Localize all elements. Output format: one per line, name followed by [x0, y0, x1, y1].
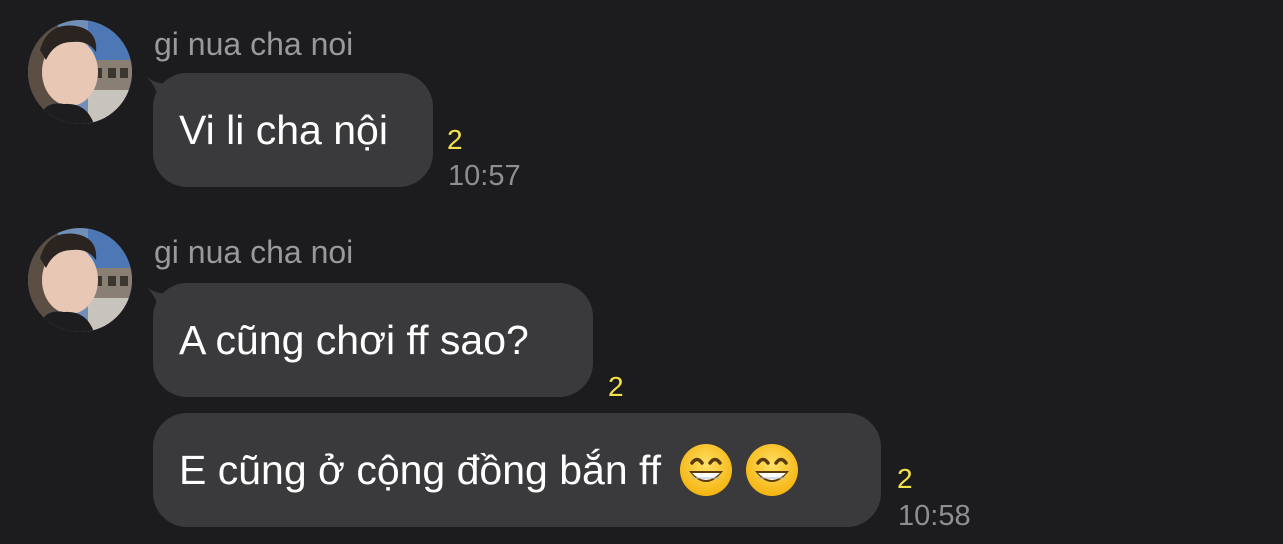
avatar-photo-icon [28, 20, 132, 124]
message-text: Vi li cha nội [179, 106, 388, 153]
chat-thread: gi nua cha noi Vi li cha nội 2 10:57 gi … [0, 0, 1283, 544]
reaction-count[interactable]: 2 [608, 373, 624, 401]
grinning-face-emoji [680, 444, 733, 496]
grinning-face-emoji [746, 444, 799, 496]
message-bubble[interactable]: E cũng ở cộng đồng bắn ff [153, 413, 881, 527]
reaction-count[interactable]: 2 [897, 465, 913, 493]
message-timestamp: 10:58 [898, 500, 971, 532]
reaction-count[interactable]: 2 [447, 126, 463, 154]
message-bubble[interactable]: A cũng chơi ff sao? [153, 283, 593, 397]
message-bubble[interactable]: Vi li cha nội [153, 73, 433, 187]
sender-name: gi nua cha noi [154, 26, 354, 62]
message-text: E cũng ở cộng đồng bắn ff [179, 446, 662, 493]
sender-avatar[interactable] [28, 228, 132, 332]
sender-name: gi nua cha noi [154, 234, 354, 270]
sender-avatar[interactable] [28, 20, 132, 124]
message-text: A cũng chơi ff sao? [179, 316, 529, 363]
message-timestamp: 10:57 [448, 160, 521, 192]
avatar-photo-icon [28, 228, 132, 332]
